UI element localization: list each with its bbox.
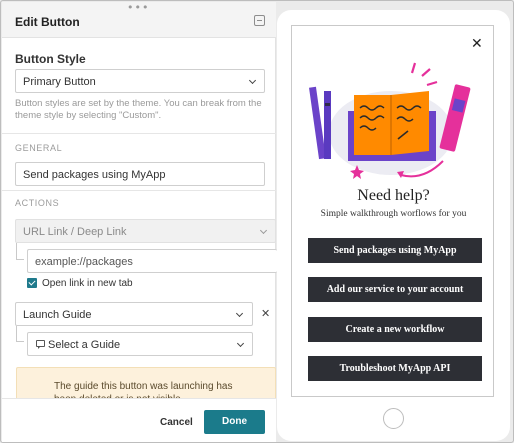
remove-action-icon[interactable]: ✕ (261, 307, 270, 320)
preview-button-create-workflow[interactable]: Create a new workflow (308, 317, 482, 342)
divider (2, 190, 276, 191)
chevron-down-icon (248, 76, 257, 85)
preview-button-add-service[interactable]: Add our service to your account (308, 277, 482, 302)
preview-screen: ✕ Need help? Simple walkthrough worflows… (291, 25, 494, 397)
button-text-value: Send packages using MyApp (23, 169, 166, 181)
panel-footer: Cancel Done (2, 398, 276, 442)
divider (2, 133, 276, 134)
url-input-placeholder: example://packages (35, 256, 133, 268)
chevron-down-icon (236, 339, 245, 348)
guide-select-placeholder: Select a Guide (48, 339, 121, 351)
app-window: ••• Edit Button Button Style Primary But… (0, 0, 514, 443)
help-title: Need help? (357, 187, 430, 204)
panel-header: ••• Edit Button (2, 2, 276, 38)
chevron-down-icon (235, 309, 244, 318)
open-new-tab-label: Open link in new tab (42, 278, 133, 289)
phone-home-button (383, 408, 404, 429)
help-subtitle: Simple walkthrough worflows for you (320, 209, 467, 219)
done-button[interactable]: Done (204, 410, 265, 434)
edit-button-panel: ••• Edit Button Button Style Primary But… (2, 2, 277, 442)
actions-section-title: ACTIONS (15, 198, 60, 208)
open-new-tab-checkbox[interactable] (27, 278, 37, 288)
url-input[interactable]: example://packages (27, 249, 277, 273)
cancel-button[interactable]: Cancel (160, 417, 193, 428)
tree-connector (16, 326, 24, 342)
panel-title: Edit Button (15, 15, 80, 29)
action-type-value: Launch Guide (23, 309, 92, 321)
button-style-select[interactable]: Primary Button (15, 69, 265, 93)
preview-button-troubleshoot[interactable]: Troubleshoot MyApp API (308, 356, 482, 381)
phone-preview: ✕ Need help? Simple walkthrough worflows… (277, 10, 510, 441)
chevron-down-icon (259, 226, 268, 235)
link-type-value: URL Link / Deep Link (23, 226, 127, 238)
tree-connector (16, 243, 24, 260)
books-illustration (309, 62, 471, 179)
collapse-icon[interactable] (254, 15, 265, 26)
general-section-title: GENERAL (15, 143, 63, 153)
button-text-input[interactable]: Send packages using MyApp (15, 162, 265, 186)
preview-button-send-packages[interactable]: Send packages using MyApp (308, 238, 482, 263)
link-type-select[interactable]: URL Link / Deep Link (15, 219, 276, 243)
drag-handle-icon[interactable]: ••• (127, 2, 149, 13)
deleted-guide-warning: The guide this button was launching has … (16, 367, 276, 401)
button-style-helper: Button styles are set by the theme. You … (15, 98, 262, 121)
guide-select[interactable]: Select a Guide (27, 332, 253, 356)
chat-bubble-icon (36, 340, 45, 349)
action-type-select[interactable]: Launch Guide (15, 302, 253, 326)
close-icon[interactable]: ✕ (471, 37, 483, 51)
button-style-label: Button Style (15, 52, 86, 66)
button-style-value: Primary Button (23, 76, 96, 88)
